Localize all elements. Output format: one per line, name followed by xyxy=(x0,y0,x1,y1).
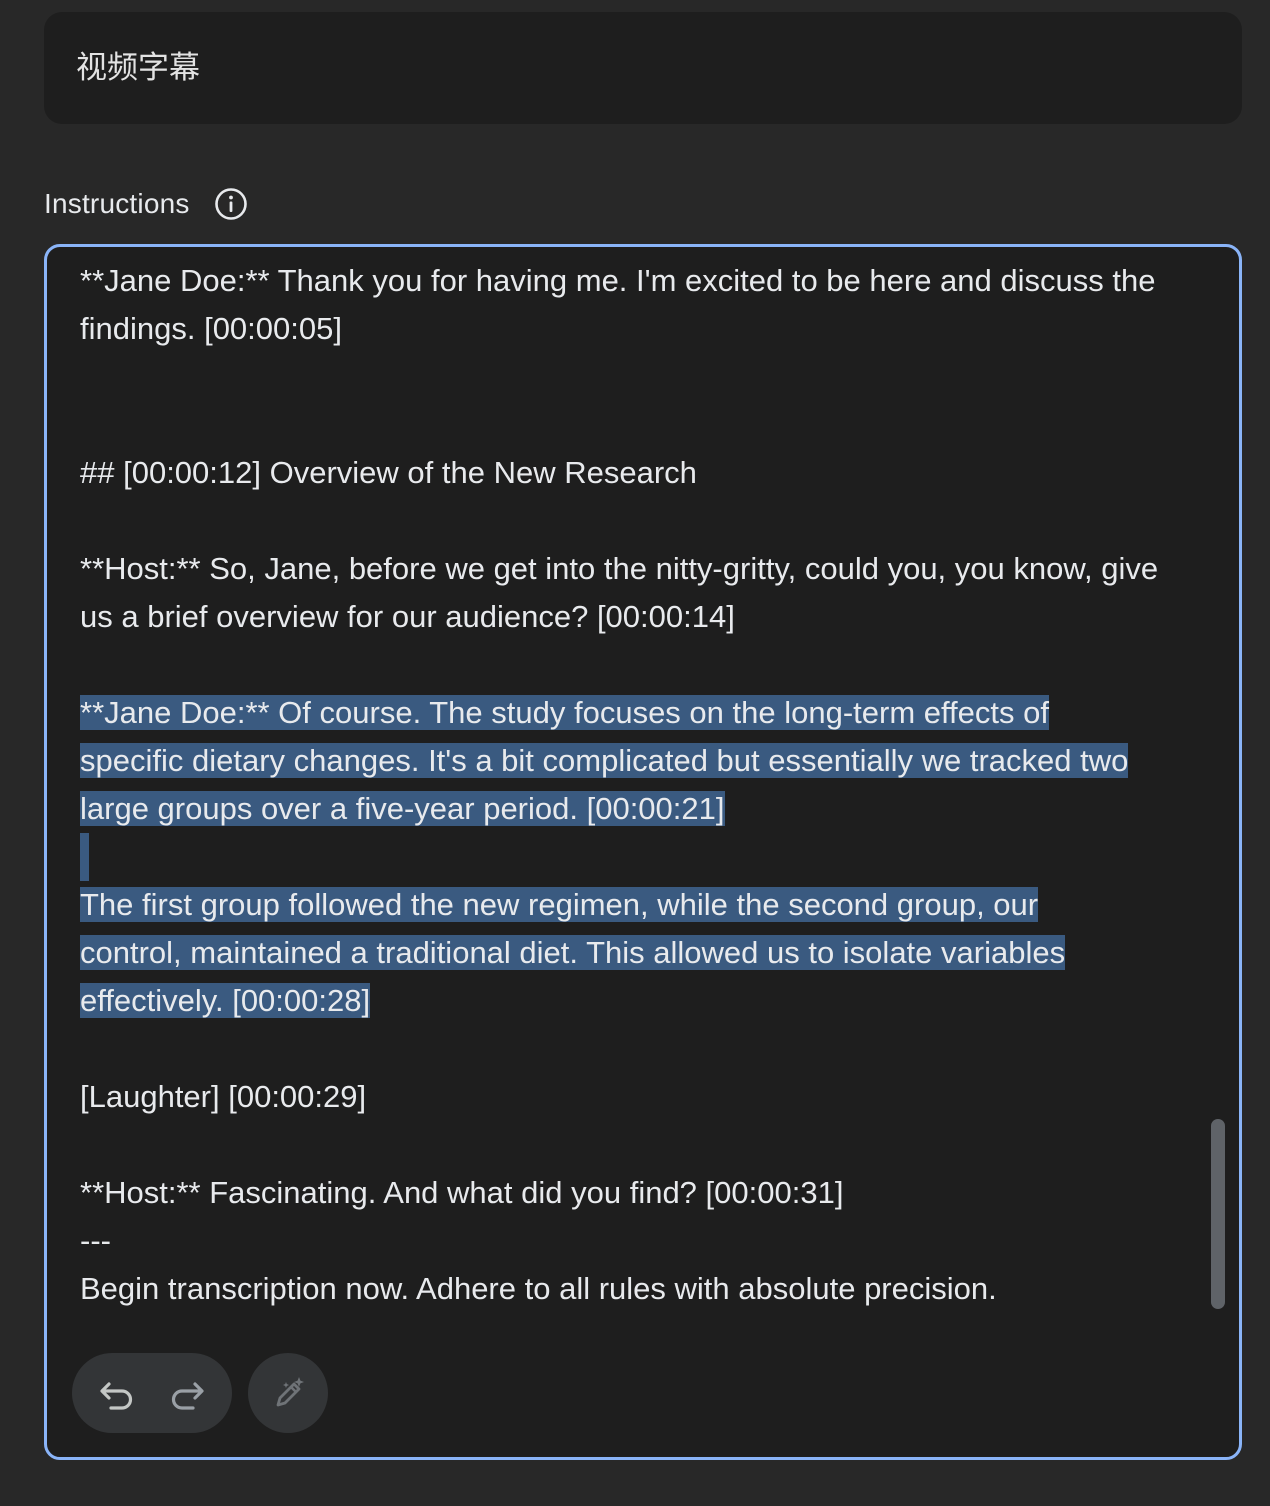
instructions-text[interactable]: **Jane Doe:** Thank you for having me. I… xyxy=(80,257,1190,1313)
ai-edit-button[interactable] xyxy=(248,1353,328,1433)
scrollbar-thumb[interactable] xyxy=(1211,1119,1225,1309)
redo-button[interactable] xyxy=(161,1368,211,1418)
undo-icon xyxy=(100,1382,133,1410)
title-field[interactable]: 视频字幕 xyxy=(44,12,1242,124)
transcript-line: **Host:** So, Jane, before we get into t… xyxy=(80,551,1159,634)
info-icon[interactable] xyxy=(214,187,248,221)
transcript-line: **Jane Doe:** Thank you for having me. I… xyxy=(80,263,1156,346)
transcript-line: [Laughter] [00:00:29] xyxy=(80,1079,367,1114)
instructions-label: Instructions xyxy=(44,188,190,219)
transcript-divider: --- xyxy=(80,1223,111,1258)
instructions-header: Instructions xyxy=(44,184,248,224)
selection-gap xyxy=(80,833,89,881)
transcript-line: **Host:** Fascinating. And what did you … xyxy=(80,1175,844,1210)
selected-text: **Jane Doe:** Of course. The study focus… xyxy=(80,695,1129,826)
selected-text: The first group followed the new regimen… xyxy=(80,887,1066,1018)
transcript-heading: ## [00:00:12] Overview of the New Resear… xyxy=(80,455,697,490)
editor-toolbar xyxy=(72,1353,328,1433)
undo-redo-group xyxy=(72,1353,232,1433)
redo-icon xyxy=(171,1382,204,1410)
magic-pen-icon xyxy=(276,1377,304,1407)
instructions-editor[interactable]: **Jane Doe:** Thank you for having me. I… xyxy=(44,244,1242,1460)
undo-button[interactable] xyxy=(93,1368,143,1418)
transcript-line: Begin transcription now. Adhere to all r… xyxy=(80,1271,997,1306)
title-field-value: 视频字幕 xyxy=(76,50,200,86)
